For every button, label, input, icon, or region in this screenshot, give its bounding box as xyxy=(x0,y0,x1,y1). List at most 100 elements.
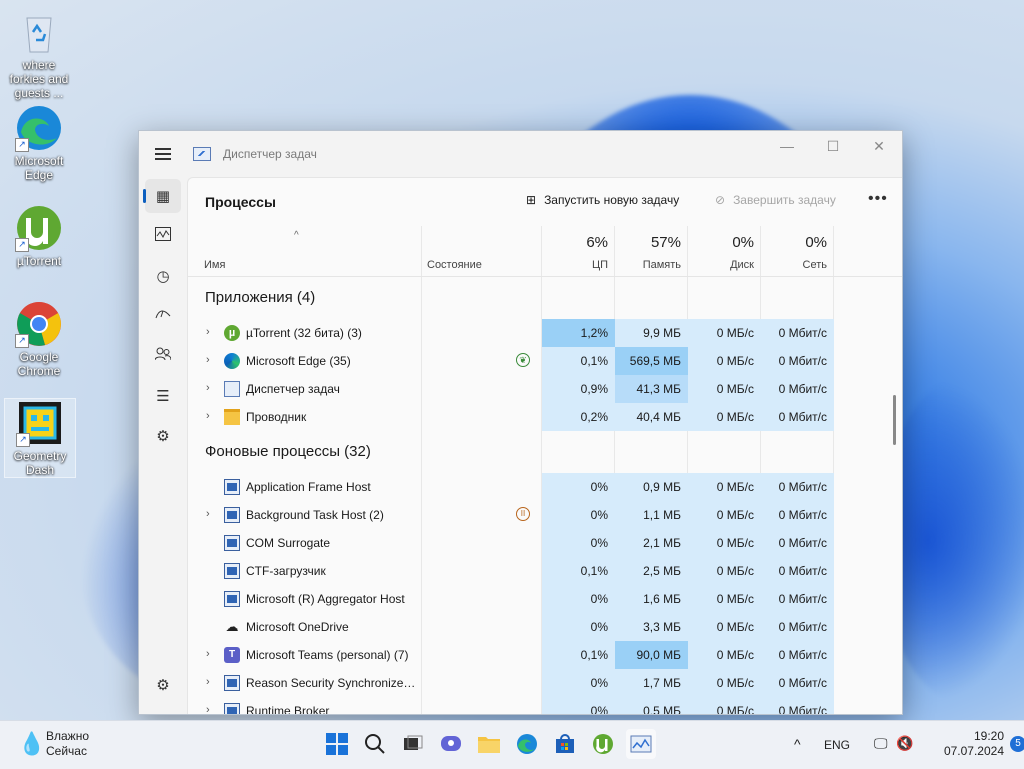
expand-chevron-icon[interactable]: › xyxy=(206,676,210,688)
column-memory[interactable]: 57% Память xyxy=(615,226,688,276)
table-row[interactable]: › T Microsoft Teams (personal) (7) 0,1% … xyxy=(188,641,902,669)
close-button[interactable]: ✕ xyxy=(856,131,902,161)
desktop-icon-utorrent[interactable]: ↗ µTorrent xyxy=(4,204,74,268)
processes-panel: Процессы ⊞ Запустить новую задачу ⊘ Заве… xyxy=(187,177,902,714)
title-bar[interactable]: Диспетчер задач — ☐ ✕ xyxy=(139,131,902,177)
page-title: Процессы xyxy=(205,194,276,210)
table-row[interactable]: › µ µTorrent (32 бита) (3) 1,2% 9,9 МБ 0… xyxy=(188,319,902,347)
task-manager-button[interactable] xyxy=(626,729,656,759)
desktop-icon-recycle-bin[interactable]: where forkies and guests ... xyxy=(4,8,74,100)
expand-chevron-icon[interactable]: › xyxy=(206,382,210,394)
efficiency-mode-icon: ❦ xyxy=(516,353,530,367)
process-name: Диспетчер задач xyxy=(246,382,340,396)
edge-icon xyxy=(224,353,240,369)
cpu-value: 1,2% xyxy=(542,319,615,347)
store-button[interactable] xyxy=(550,729,580,759)
table-row[interactable]: › Runtime Broker 0% 0,5 МБ 0 МБ/с 0 Мбит… xyxy=(188,697,902,714)
table-row[interactable]: ☁ Microsoft OneDrive 0% 3,3 МБ 0 МБ/с 0 … xyxy=(188,613,902,641)
app-window-icon xyxy=(224,703,240,714)
expand-chevron-icon[interactable]: › xyxy=(206,354,210,366)
edge-button[interactable] xyxy=(512,729,542,759)
disk-value: 0 МБ/с xyxy=(688,473,761,501)
disk-value: 0 МБ/с xyxy=(688,613,761,641)
recycle-bin-icon xyxy=(15,8,63,56)
memory-value: 0,5 МБ xyxy=(615,697,688,714)
volume-muted-icon[interactable]: 🔇 xyxy=(896,735,913,752)
table-row[interactable]: › Background Task Host (2) II 0% 1,1 МБ … xyxy=(188,501,902,529)
more-options-button[interactable]: ••• xyxy=(868,190,888,208)
network-value: 0 Мбит/с xyxy=(761,557,834,585)
table-row[interactable]: › Microsoft Edge (35) ❦ 0,1% 569,5 МБ 0 … xyxy=(188,347,902,375)
table-row[interactable]: Application Frame Host 0% 0,9 МБ 0 МБ/с … xyxy=(188,473,902,501)
start-button[interactable] xyxy=(322,729,352,759)
expand-chevron-icon[interactable]: › xyxy=(206,508,210,520)
expand-chevron-icon[interactable]: › xyxy=(206,326,210,338)
expand-chevron-icon[interactable]: › xyxy=(206,704,210,714)
process-name: Microsoft (R) Aggregator Host xyxy=(246,592,405,606)
utorrent-button[interactable] xyxy=(588,729,618,759)
sidebar-item-performance[interactable] xyxy=(145,219,181,253)
edge-icon xyxy=(517,734,537,754)
cpu-value: 0% xyxy=(542,501,615,529)
column-status[interactable]: Состояние xyxy=(421,226,542,276)
run-new-task-button[interactable]: ⊞ Запустить новую задачу xyxy=(526,193,679,207)
expand-chevron-icon[interactable]: › xyxy=(206,410,210,422)
minimize-button[interactable]: — xyxy=(764,131,810,161)
column-network[interactable]: 0% Сеть xyxy=(761,226,834,276)
task-view-button[interactable] xyxy=(398,729,428,759)
services-icon: ⚙ xyxy=(156,428,170,445)
table-row[interactable]: › Reason Security Synchronize S... 0% 1,… xyxy=(188,669,902,697)
column-network-label: Сеть xyxy=(802,259,827,271)
disk-value: 0 МБ/с xyxy=(688,375,761,403)
column-name[interactable]: ^ Имя xyxy=(188,226,422,276)
utorrent-icon xyxy=(593,734,613,754)
column-disk[interactable]: 0% Диск xyxy=(688,226,761,276)
sidebar: ▦ ◷ ☰ ⚙ ⚙ xyxy=(139,177,187,714)
input-language[interactable]: ENG xyxy=(824,738,850,752)
expand-chevron-icon[interactable]: › xyxy=(206,648,210,660)
search-icon xyxy=(365,734,385,754)
memory-value: 9,9 МБ xyxy=(615,319,688,347)
close-icon: ✕ xyxy=(873,137,885,154)
sidebar-item-users[interactable] xyxy=(145,339,181,373)
cpu-value: 0,1% xyxy=(542,557,615,585)
memory-value: 2,5 МБ xyxy=(615,557,688,585)
show-hidden-icons-button[interactable]: ^ xyxy=(794,736,801,752)
sidebar-item-details[interactable]: ☰ xyxy=(145,379,181,413)
cpu-value: 0,1% xyxy=(542,641,615,669)
folder-icon xyxy=(478,737,500,753)
column-header: ^ Имя Состояние 6% ЦП 57% Память 0% Диск… xyxy=(188,226,902,277)
column-cpu-label: ЦП xyxy=(591,259,608,271)
table-row[interactable]: › Проводник 0,2% 40,4 МБ 0 МБ/с 0 Мбит/с xyxy=(188,403,902,431)
sidebar-item-processes[interactable]: ▦ xyxy=(143,179,181,213)
menu-button[interactable] xyxy=(139,131,187,177)
toolbar: Процессы ⊞ Запустить новую задачу ⊘ Заве… xyxy=(188,178,902,226)
desktop-icon-chrome[interactable]: ↗ Google Chrome xyxy=(4,300,74,378)
process-name: Microsoft Teams (personal) (7) xyxy=(246,648,409,662)
weather-widget[interactable]: 💧 Влажно Сейчас xyxy=(18,729,89,759)
table-row[interactable]: CTF-загрузчик 0,1% 2,5 МБ 0 МБ/с 0 Мбит/… xyxy=(188,557,902,585)
folder-icon xyxy=(224,409,240,425)
maximize-button[interactable]: ☐ xyxy=(810,131,856,161)
search-button[interactable] xyxy=(360,729,390,759)
network-icon[interactable]: 🖵 xyxy=(874,735,888,752)
table-row[interactable]: › Диспетчер задач 0,9% 41,3 МБ 0 МБ/с 0 … xyxy=(188,375,902,403)
notification-badge[interactable]: 5 xyxy=(1010,736,1024,752)
memory-value: 1,7 МБ xyxy=(615,669,688,697)
sidebar-item-settings[interactable]: ⚙ xyxy=(145,668,181,702)
desktop-icon-edge[interactable]: ↗ Microsoft Edge xyxy=(4,104,74,182)
end-task-button[interactable]: ⊘ Завершить задачу xyxy=(715,193,836,207)
table-row[interactable]: Microsoft (R) Aggregator Host 0% 1,6 МБ … xyxy=(188,585,902,613)
clock[interactable]: 19:20 07.07.2024 xyxy=(922,729,1004,759)
chat-button[interactable] xyxy=(436,729,466,759)
file-explorer-button[interactable] xyxy=(474,729,504,759)
sidebar-item-services[interactable]: ⚙ xyxy=(145,419,181,453)
geometry-dash-icon: ↗ xyxy=(16,399,64,447)
column-cpu[interactable]: 6% ЦП xyxy=(542,226,615,276)
hamburger-icon xyxy=(155,153,171,155)
sidebar-item-startup[interactable] xyxy=(145,299,181,333)
scrollbar-thumb[interactable] xyxy=(893,395,896,445)
sidebar-item-app-history[interactable]: ◷ xyxy=(145,259,181,293)
table-row[interactable]: COM Surrogate 0% 2,1 МБ 0 МБ/с 0 Мбит/с xyxy=(188,529,902,557)
desktop-icon-geometry-dash[interactable]: ↗ Geometry Dash xyxy=(4,398,76,478)
